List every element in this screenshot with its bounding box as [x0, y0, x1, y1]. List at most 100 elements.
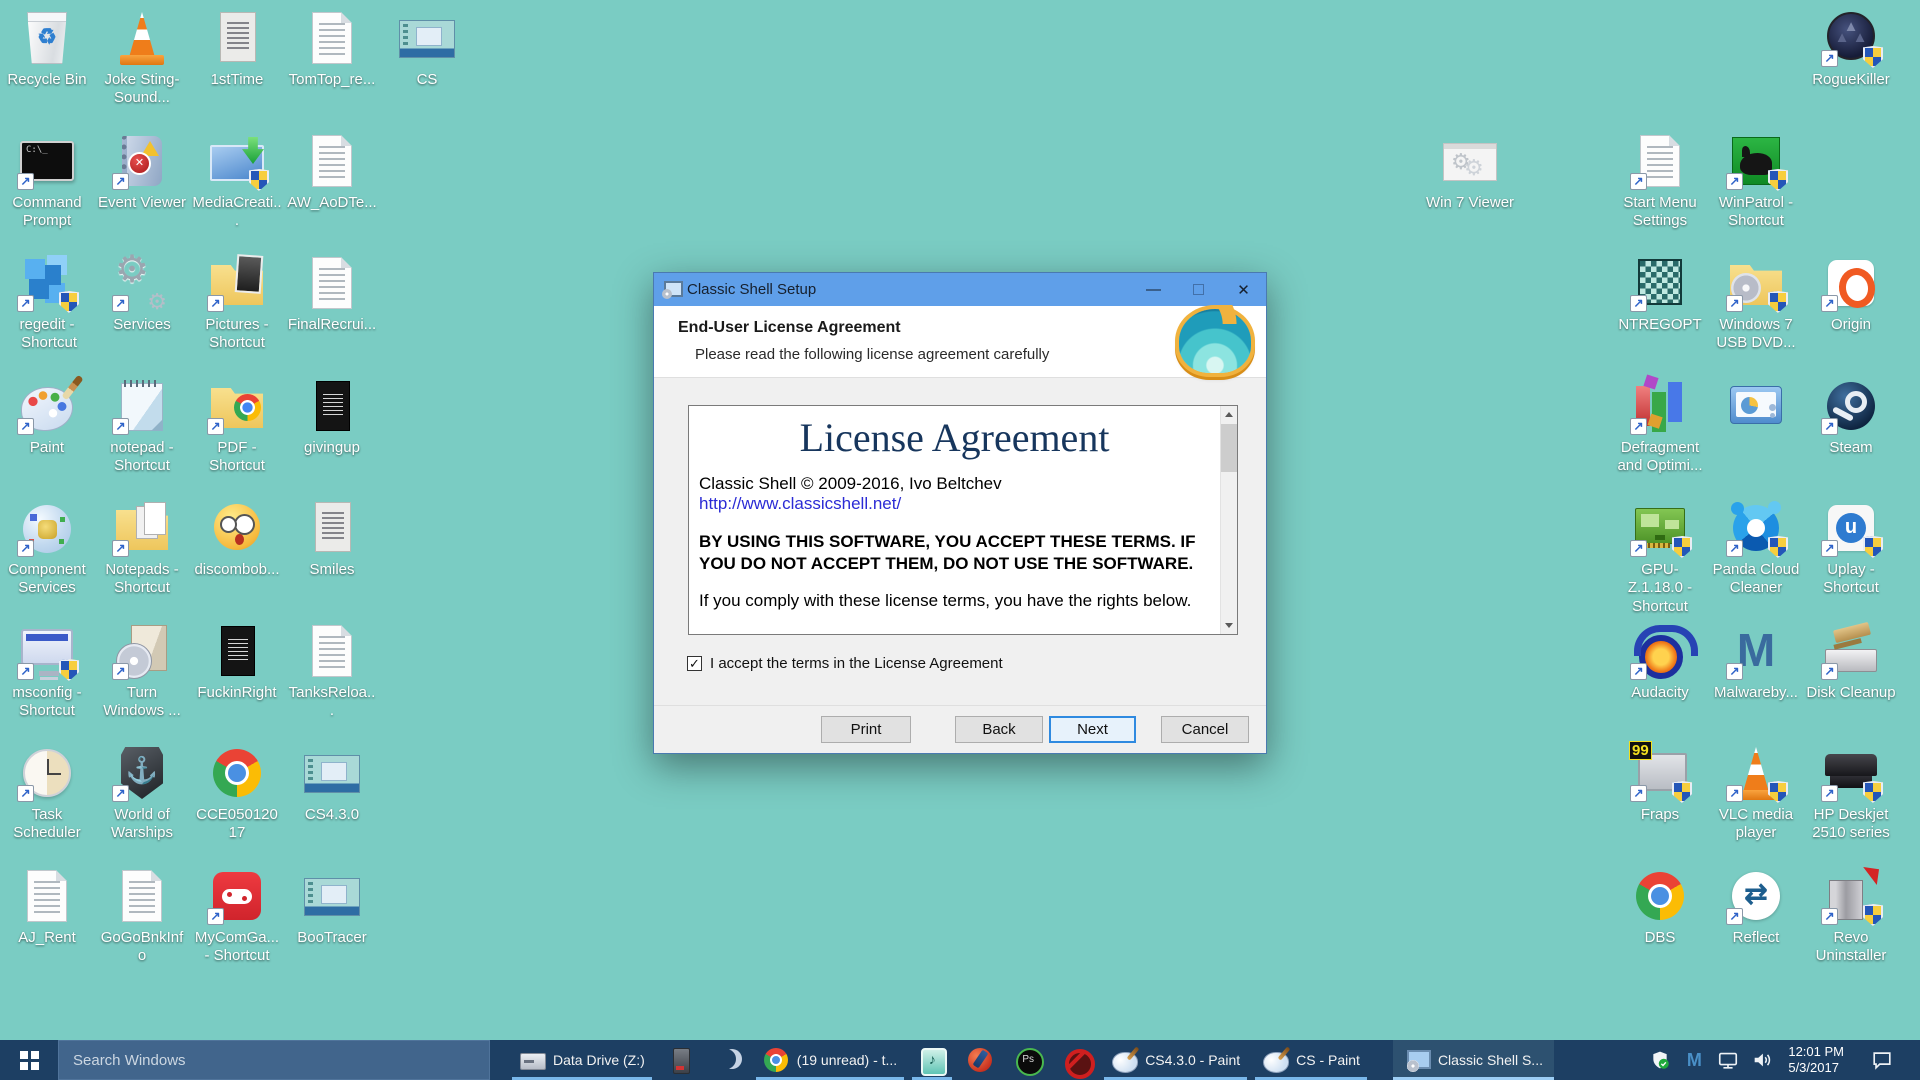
shortcut-arrow-icon: ↗ [1630, 663, 1647, 680]
desktop: Recycle BinJoke Sting-Sound...1stTimeTom… [0, 0, 1920, 1080]
taskbar-button-tower-pc[interactable] [656, 1040, 704, 1080]
desktop-icon-component-services[interactable]: ↗Component Services [2, 500, 92, 598]
taskbar-button-cs-paint[interactable]: CS - Paint [1251, 1040, 1371, 1080]
desktop-icon-origin[interactable]: ↗Origin [1806, 255, 1896, 334]
malwarebytes-tray-icon[interactable]: M [1682, 1048, 1706, 1072]
taskbar-button-19-unread-t[interactable]: (19 unread) - t... [752, 1040, 908, 1080]
desktop-icon-hp-deskjet-2510-series[interactable]: ↗HP Deskjet 2510 series [1806, 745, 1896, 843]
desktop-icon-start-menu-settings[interactable]: ↗Start Menu Settings [1615, 133, 1705, 231]
desktop-icon-label: discombob... [192, 561, 282, 579]
desktop-icon-fraps[interactable]: ↗Fraps [1615, 745, 1705, 824]
scroll-up-icon[interactable] [1221, 406, 1237, 423]
desktop-icon-joke-sting-sound[interactable]: Joke Sting-Sound... [97, 10, 187, 108]
scrollbar-thumb[interactable] [1221, 424, 1237, 472]
desktop-icon-revo-uninstaller[interactable]: ↗Revo Uninstaller [1806, 868, 1896, 966]
desktop-icon-1sttime[interactable]: 1stTime [192, 10, 282, 89]
desktop-icon-gpu-z-1-18-0-shortcut[interactable]: ↗GPU-Z.1.18.0 - Shortcut [1615, 500, 1705, 616]
desktop-icon-gogobnkinfo[interactable]: GoGoBnkInfo [97, 868, 187, 966]
desktop-icon-pdf-shortcut[interactable]: ↗PDF - Shortcut [192, 378, 282, 476]
cancel-button[interactable]: Cancel [1161, 716, 1249, 743]
desktop-icon-recycle-bin[interactable]: Recycle Bin [2, 10, 92, 89]
desktop-icon-dbs[interactable]: DBS [1615, 868, 1705, 947]
desktop-icon-services[interactable]: ↗Services [97, 255, 187, 334]
desktop-icon-steam[interactable]: ↗Steam [1806, 378, 1896, 457]
desktop-icon-task-scheduler[interactable]: ↗Task Scheduler [2, 745, 92, 843]
network-icon[interactable] [1716, 1048, 1740, 1072]
desktop-icon-label: Windows 7 USB DVD... [1711, 316, 1801, 353]
desktop-icon-audacity[interactable]: ↗Audacity [1615, 623, 1705, 702]
defender-shield-icon[interactable] [1648, 1048, 1672, 1072]
desktop-icon-cs4-3-0[interactable]: CS4.3.0 [287, 745, 377, 824]
desktop-icon-regedit-shortcut[interactable]: ↗regedit - Shortcut [2, 255, 92, 353]
next-button[interactable]: Next [1049, 716, 1136, 743]
desktop-icon-display-settings[interactable] [1711, 378, 1801, 439]
desktop-icon-malwareby[interactable]: ↗Malwareby... [1711, 623, 1801, 702]
clock-date: 5/3/2017 [1788, 1060, 1839, 1076]
license-bold-terms: BY USING THIS SOFTWARE, YOU ACCEPT THESE… [699, 531, 1210, 576]
desktop-icon-defragment-and-optimi[interactable]: ↗Defragment and Optimi... [1615, 378, 1705, 476]
desktop-icon-mycomga-shortcut[interactable]: ↗MyComGa... - Shortcut [192, 868, 282, 966]
desktop-icon-paint[interactable]: ↗Paint [2, 378, 92, 457]
close-button[interactable]: ✕ [1221, 273, 1266, 306]
desktop-icon-vlc-media-player[interactable]: ↗VLC media player [1711, 745, 1801, 843]
shortcut-arrow-icon: ↗ [112, 785, 129, 802]
taskbar-button-ccleaner[interactable] [956, 1040, 1004, 1080]
desktop-icon-aw-aodte[interactable]: AW_AoDTe... [287, 133, 377, 212]
desktop-icon-tomtop-re[interactable]: TomTop_re... [287, 10, 377, 89]
desktop-icon-aj-rent[interactable]: AJ_Rent [2, 868, 92, 947]
desktop-icon-fuckinright[interactable]: FuckinRight [192, 623, 282, 702]
taskbar-button-ps-badge[interactable] [1004, 1040, 1052, 1080]
taskbar-button-blocked[interactable] [1052, 1040, 1100, 1080]
desktop-icon-tanksreloa[interactable]: TanksReloa... [287, 623, 377, 721]
screenshot-icon [399, 20, 455, 58]
dialog-titlebar[interactable]: Classic Shell Setup — ✕ [654, 273, 1266, 306]
classic-shell-setup-dialog: Classic Shell Setup — ✕ End-User License… [653, 272, 1267, 754]
accept-terms-row[interactable]: I accept the terms in the License Agreem… [687, 655, 1003, 672]
desktop-icon-disk-cleanup[interactable]: ↗Disk Cleanup [1806, 623, 1896, 702]
desktop-icon-notepad-shortcut[interactable]: ↗notepad - Shortcut [97, 378, 187, 476]
desktop-icon-msconfig-shortcut[interactable]: ↗msconfig - Shortcut [2, 623, 92, 721]
desktop-icon-windows-7-usb-dvd[interactable]: ↗Windows 7 USB DVD... [1711, 255, 1801, 353]
taskbar-button-classic-shell-s[interactable]: Classic Shell S... [1393, 1040, 1554, 1080]
desktop-icon-smiles[interactable]: Smiles [287, 500, 377, 579]
desktop-icon-givingup[interactable]: givingup [287, 378, 377, 457]
taskbar-search-input[interactable]: Search Windows [58, 1040, 490, 1080]
license-link[interactable]: http://www.classicshell.net/ [699, 494, 1210, 514]
desktop-icon-event-viewer[interactable]: ↗Event Viewer [97, 133, 187, 212]
taskbar-button-data-drive-z[interactable]: Data Drive (Z:) [508, 1040, 656, 1080]
taskbar-button-label: CS4.3.0 - Paint [1145, 1052, 1240, 1068]
back-button[interactable]: Back [955, 716, 1043, 743]
desktop-icon-bootracer[interactable]: BooTracer [287, 868, 377, 947]
desktop-icon-winpatrol-shortcut[interactable]: ↗WinPatrol - Shortcut [1711, 133, 1801, 231]
desktop-icon-panda-cloud-cleaner[interactable]: ↗Panda Cloud Cleaner [1711, 500, 1801, 598]
action-center-icon[interactable] [1870, 1048, 1894, 1072]
desktop-icon-ntregopt[interactable]: ↗NTREGOPT [1615, 255, 1705, 334]
desktop-icon-mediacreati[interactable]: MediaCreati... [192, 133, 282, 231]
desktop-icon-uplay-shortcut[interactable]: ↗Uplay - Shortcut [1806, 500, 1896, 598]
desktop-icon-win-7-viewer[interactable]: Win 7 Viewer [1425, 133, 1515, 212]
desktop-icon-turn-windows[interactable]: ↗Turn Windows ... [97, 623, 187, 721]
desktop-icon-pictures-shortcut[interactable]: ↗Pictures - Shortcut [192, 255, 282, 353]
print-button[interactable]: Print [821, 716, 911, 743]
taskbar-button-crescent[interactable] [704, 1040, 752, 1080]
minimize-button[interactable]: — [1131, 273, 1176, 306]
accept-terms-checkbox[interactable] [687, 656, 702, 671]
license-text-box[interactable]: License Agreement Classic Shell © 2009-2… [688, 405, 1238, 635]
desktop-icon-notepads-shortcut[interactable]: ↗Notepads - Shortcut [97, 500, 187, 598]
desktop-icon-command-prompt[interactable]: ↗Command Prompt [2, 133, 92, 231]
desktop-icon-cce05012017[interactable]: CCE05012017 [192, 745, 282, 843]
desktop-icon-cs[interactable]: CS [382, 10, 472, 89]
start-button[interactable] [0, 1040, 58, 1080]
desktop-icon-label: MyComGa... - Shortcut [192, 929, 282, 966]
taskbar-clock[interactable]: 12:01 PM 5/3/2017 [1788, 1044, 1844, 1076]
desktop-icon-roguekiller[interactable]: ↗RogueKiller [1806, 10, 1896, 89]
desktop-icon-reflect[interactable]: ↗Reflect [1711, 868, 1801, 947]
taskbar-button-cs4-3-0-paint[interactable]: CS4.3.0 - Paint [1100, 1040, 1251, 1080]
license-scrollbar[interactable] [1220, 406, 1237, 634]
desktop-icon-discombob[interactable]: discombob... [192, 500, 282, 579]
desktop-icon-world-of-warships[interactable]: ↗World of Warships [97, 745, 187, 843]
scroll-down-icon[interactable] [1221, 617, 1237, 634]
desktop-icon-finalrecrui[interactable]: FinalRecrui... [287, 255, 377, 334]
taskbar-button-media-player[interactable] [908, 1040, 956, 1080]
volume-icon[interactable] [1750, 1048, 1774, 1072]
